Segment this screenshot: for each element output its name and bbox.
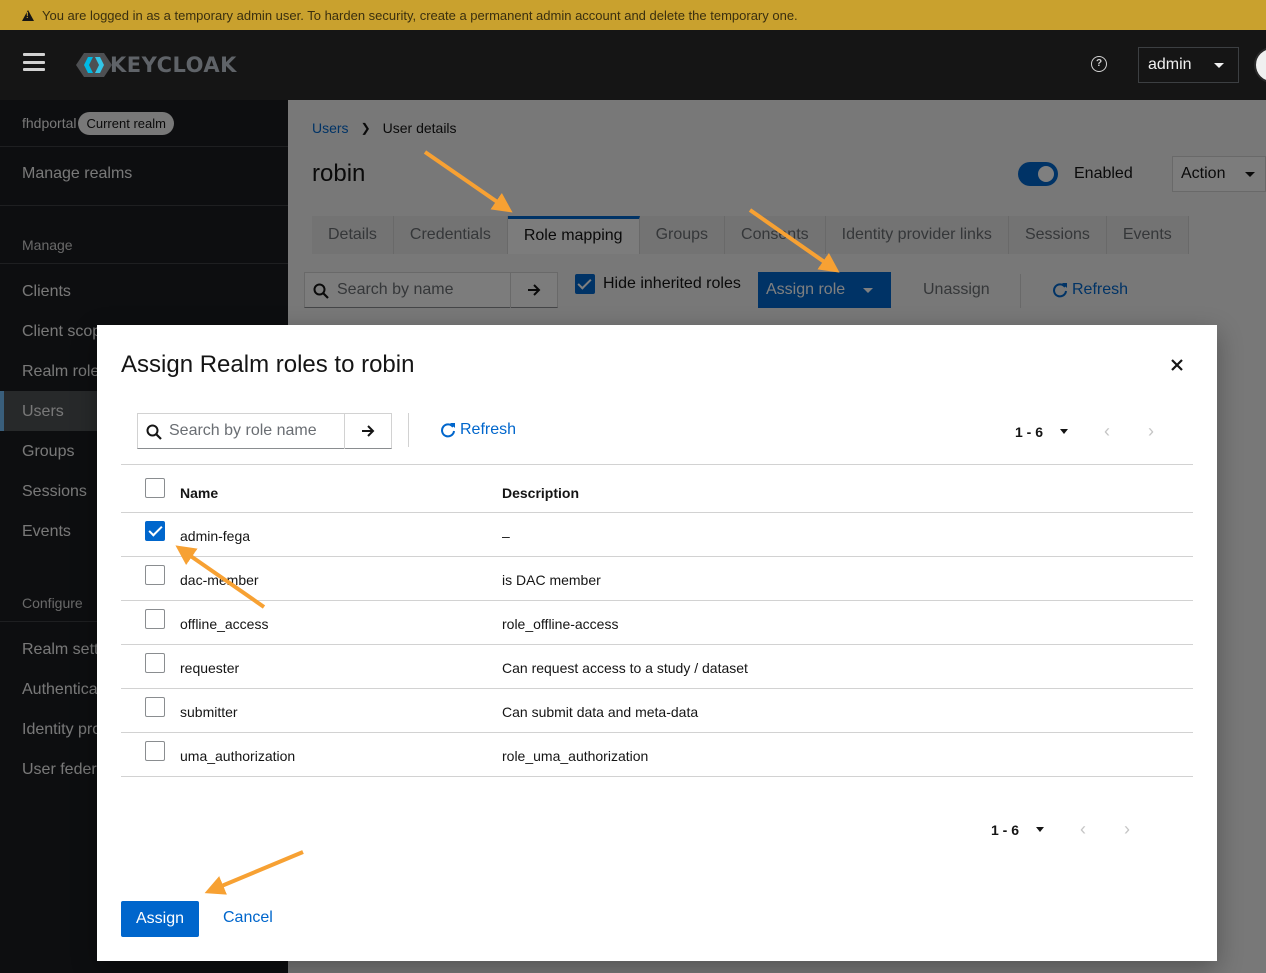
keycloak-logo[interactable]: KEYCLOAK (76, 50, 237, 80)
prev-page-icon[interactable]: ‹ (1080, 819, 1086, 840)
caret-down-icon[interactable] (1036, 827, 1045, 832)
avatar[interactable] (1254, 47, 1266, 83)
role-search-input[interactable]: Search by role name (137, 413, 392, 449)
pagination-bottom: 1 - 6 ‹ › (991, 819, 1130, 840)
row-checkbox[interactable] (145, 521, 165, 541)
role-name: uma_authorization (180, 748, 296, 764)
table-row[interactable]: uma_authorization role_uma_authorization (121, 733, 1193, 777)
row-checkbox[interactable] (145, 565, 165, 585)
table-row[interactable]: requester Can request access to a study /… (121, 645, 1193, 689)
warning-icon (22, 9, 34, 21)
modal-refresh-label: Refresh (460, 421, 517, 438)
pagination-range[interactable]: 1 - 6 (1015, 424, 1043, 440)
role-description: Can request access to a study / dataset (502, 660, 748, 676)
table-header: Name Description (121, 464, 1193, 513)
roles-table: Name Description admin-fega – dac-member is… (121, 464, 1193, 777)
role-name: requester (180, 660, 240, 676)
role-description: role_offline-access (502, 616, 619, 632)
role-search-submit-button[interactable] (344, 413, 391, 449)
assign-button[interactable]: Assign (121, 901, 199, 937)
toolbar-divider (408, 413, 409, 447)
masthead: KEYCLOAK ? admin (0, 30, 1266, 100)
table-row[interactable]: admin-fega – (121, 513, 1193, 557)
table-row[interactable]: dac-member is DAC member (121, 557, 1193, 601)
next-page-icon[interactable]: › (1148, 421, 1154, 442)
role-name: dac-member (180, 572, 259, 588)
column-header-name: Name (180, 485, 219, 501)
banner-text: You are logged in as a temporary admin u… (42, 7, 798, 23)
column-header-description: Description (502, 485, 580, 501)
search-icon (146, 424, 162, 440)
row-checkbox[interactable] (145, 609, 165, 629)
row-checkbox[interactable] (145, 741, 165, 761)
user-name: admin (1148, 56, 1192, 73)
role-description: role_uma_authorization (502, 748, 649, 764)
pagination-range[interactable]: 1 - 6 (991, 822, 1019, 838)
role-name: admin-fega (180, 528, 251, 544)
caret-down-icon[interactable] (1060, 429, 1069, 434)
prev-page-icon[interactable]: ‹ (1104, 421, 1110, 442)
cancel-button[interactable]: Cancel (223, 909, 273, 927)
modal-title: Assign Realm roles to robin (121, 351, 415, 378)
assign-roles-modal: Assign Realm roles to robin Search by ro… (97, 325, 1217, 961)
temporary-admin-warning-banner: You are logged in as a temporary admin u… (0, 0, 1266, 30)
select-all-checkbox[interactable] (145, 478, 165, 498)
row-checkbox[interactable] (145, 653, 165, 673)
role-name: submitter (180, 704, 238, 720)
role-description: – (502, 528, 510, 544)
user-dropdown[interactable]: admin (1138, 47, 1239, 83)
logo-text: KEYCLOAK (110, 53, 237, 77)
role-description: Can submit data and meta-data (502, 704, 699, 720)
keycloak-logo-icon (76, 53, 112, 77)
next-page-icon[interactable]: › (1124, 819, 1130, 840)
table-row[interactable]: offline_access role_offline-access (121, 601, 1193, 645)
modal-refresh-button[interactable]: Refresh (440, 421, 516, 439)
refresh-icon (441, 423, 455, 438)
help-icon[interactable]: ? (1091, 56, 1107, 72)
table-row[interactable]: submitter Can submit data and meta-data (121, 689, 1193, 733)
pagination-top: 1 - 6 ‹ › (1015, 421, 1154, 442)
hamburger-menu-icon[interactable] (23, 53, 45, 71)
row-checkbox[interactable] (145, 697, 165, 717)
role-search-placeholder: Search by role name (169, 422, 317, 439)
role-description: is DAC member (502, 572, 601, 588)
role-name: offline_access (180, 616, 269, 632)
close-icon[interactable] (1167, 355, 1187, 375)
arrow-right-icon (362, 425, 375, 437)
caret-down-icon (1214, 63, 1224, 68)
